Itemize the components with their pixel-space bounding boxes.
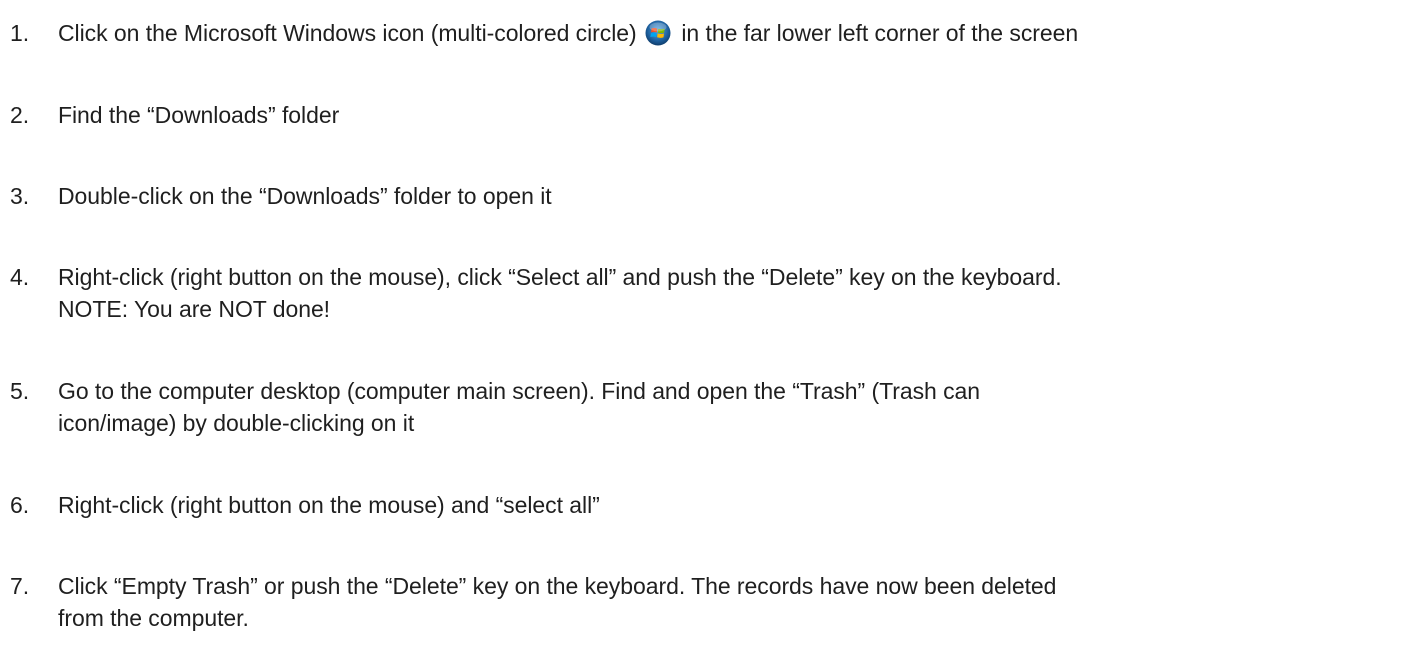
step-line: from the computer. [58,605,249,631]
step-text: Find the “Downloads” folder [58,99,339,131]
step-number: 5. [10,378,30,404]
step-line: Right-click (right button on the mouse) … [58,492,600,518]
step-number: 6. [10,492,30,518]
step-number: 1. [10,20,30,46]
step-text: Click “Empty Trash” or push the “Delete”… [58,570,1056,634]
step-text: Right-click (right button on the mouse),… [58,261,1062,325]
step-line: Double-click on the “Downloads” folder t… [58,183,552,209]
step-text-part: in the far lower left corner of the scre… [681,20,1079,46]
windows-start-orb-icon [645,20,671,46]
step-line: NOTE: You are NOT done! [58,296,331,322]
step-number: 2. [10,102,30,128]
step-text: Double-click on the “Downloads” folder t… [58,180,552,212]
step-line: Click “Empty Trash” or push the “Delete”… [58,573,1057,599]
step-text: Click on the Microsoft Windows icon (mul… [58,17,1078,49]
step-number: 3. [10,183,30,209]
step-text: Go to the computer desktop (computer mai… [58,375,980,439]
step-number: 4. [10,264,30,290]
step-line: Go to the computer desktop (computer mai… [58,378,981,404]
step-text: Right-click (right button on the mouse) … [58,489,600,521]
step-line: icon/image) by double-clicking on it [58,410,415,436]
step-line: Right-click (right button on the mouse),… [58,264,1062,290]
step-text-part: Click on the Microsoft Windows icon (mul… [58,20,637,46]
step-line: Find the “Downloads” folder [58,102,340,128]
step-number: 7. [10,573,30,599]
